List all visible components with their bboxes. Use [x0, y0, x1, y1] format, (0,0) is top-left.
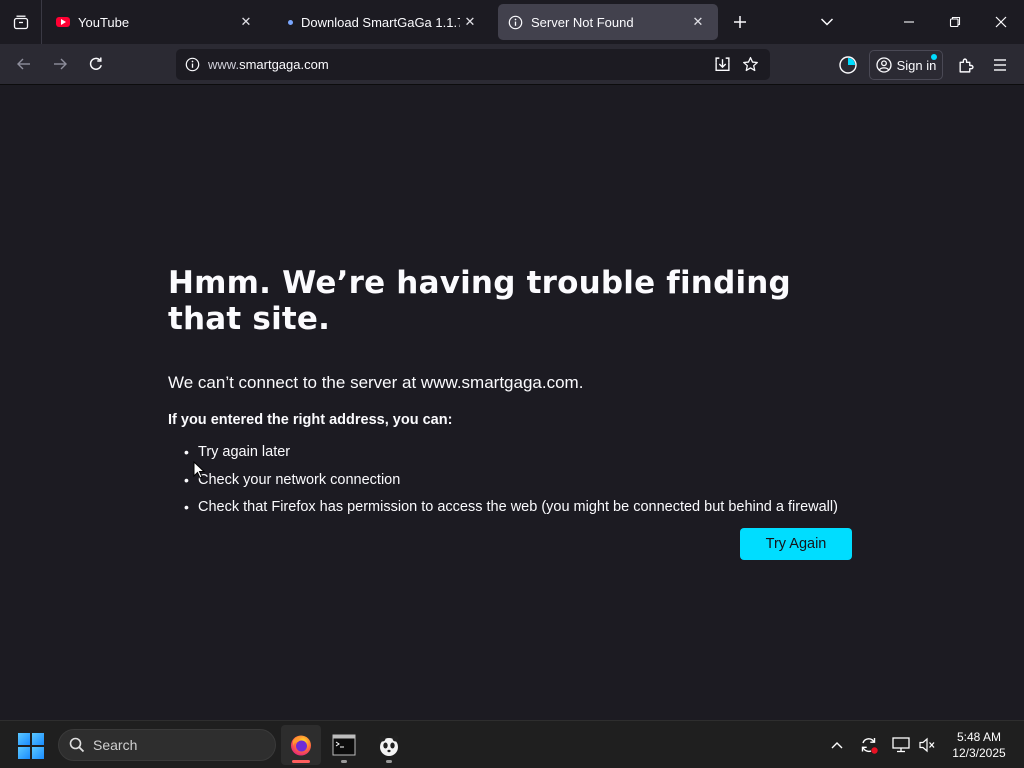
restore-button[interactable]	[932, 0, 978, 44]
tab-youtube[interactable]: YouTube ✕	[46, 4, 266, 40]
tab-title: YouTube	[78, 14, 130, 30]
running-indicator	[341, 760, 347, 763]
sign-in-button[interactable]: Sign in	[869, 50, 943, 80]
windows-start-icon[interactable]	[18, 733, 44, 759]
panda-app-icon	[379, 735, 399, 756]
error-container: Hmm. We’re having trouble finding that s…	[168, 265, 858, 527]
url-text[interactable]: www.smartgaga.com	[208, 57, 708, 72]
tray-sync[interactable]	[858, 733, 880, 757]
save-page-icon[interactable]	[708, 51, 736, 79]
forward-button[interactable]	[45, 50, 75, 78]
tab-manager-button[interactable]	[0, 0, 42, 44]
suggestion-item: Check that Firefox has permission to acc…	[168, 499, 858, 527]
list-all-tabs-button[interactable]	[815, 10, 839, 34]
tray-network[interactable]	[890, 733, 912, 757]
bookmark-star-icon[interactable]	[736, 51, 764, 79]
loading-dot-icon	[288, 19, 293, 25]
navigation-toolbar: www.smartgaga.com Sign in	[0, 44, 1024, 85]
app-menu-button[interactable]	[986, 50, 1014, 80]
close-tab-icon[interactable]: ✕	[460, 12, 480, 32]
windows-taskbar: Search 5:48 AM 12/3/2025	[0, 720, 1024, 768]
address-bar[interactable]: www.smartgaga.com	[176, 49, 770, 80]
arrow-right-icon	[54, 58, 67, 70]
hamburger-menu-icon	[994, 59, 1006, 71]
taskbar-firefox[interactable]	[281, 725, 321, 765]
site-info-icon[interactable]	[176, 57, 208, 72]
suggestion-item: Check your network connection	[168, 472, 858, 500]
taskbar-terminal[interactable]	[324, 725, 364, 765]
arrow-left-icon	[17, 58, 30, 70]
show-hidden-icons-button[interactable]	[826, 733, 848, 757]
error-page: Hmm. We’re having trouble finding that s…	[0, 85, 1024, 720]
system-clock[interactable]: 5:48 AM 12/3/2025	[944, 729, 1014, 761]
taskbar-app[interactable]	[369, 725, 409, 765]
sign-in-label: Sign in	[896, 57, 937, 73]
chevron-down-icon	[820, 18, 834, 26]
active-indicator	[292, 760, 310, 763]
terminal-icon	[332, 734, 356, 756]
minimize-button[interactable]	[886, 0, 932, 44]
minimize-icon	[904, 21, 914, 23]
suggestions-heading: If you entered the right address, you ca…	[168, 412, 453, 428]
extensions-button[interactable]	[951, 50, 979, 80]
plus-icon	[734, 16, 746, 28]
clock-time: 5:48 AM	[956, 730, 1002, 744]
tab-list-icon	[13, 15, 28, 30]
restore-icon	[949, 16, 961, 28]
tab-strip: YouTube ✕ Download SmartGaGa 1.1.747.1 ✕…	[0, 0, 1024, 44]
url-prefix: www.	[208, 57, 240, 72]
search-placeholder: Search	[93, 737, 138, 753]
clock-date: 12/3/2025	[952, 746, 1006, 760]
reload-icon	[89, 57, 102, 70]
close-icon	[995, 16, 1007, 28]
chevron-up-icon	[831, 742, 843, 749]
firefox-view-icon	[839, 56, 857, 74]
volume-muted-icon	[919, 737, 935, 753]
reload-button[interactable]	[81, 50, 111, 78]
new-tab-button[interactable]	[728, 10, 752, 34]
puzzle-icon	[958, 58, 974, 73]
mouse-pointer-icon	[193, 461, 205, 479]
close-window-button[interactable]	[978, 0, 1024, 44]
network-icon	[892, 737, 910, 753]
taskbar-search-box[interactable]: Search	[58, 729, 276, 761]
info-icon	[508, 15, 523, 29]
running-indicator	[386, 760, 392, 763]
tab-download-smartgaga[interactable]: Download SmartGaGa 1.1.747.1 ✕	[274, 4, 490, 40]
sync-alert-icon	[861, 738, 878, 754]
suggestion-item: Try again later	[168, 444, 858, 472]
search-icon	[69, 737, 85, 753]
tray-volume[interactable]	[916, 733, 938, 757]
url-host: smartgaga.com	[239, 57, 329, 72]
close-tab-icon[interactable]: ✕	[236, 12, 256, 32]
close-tab-icon[interactable]: ✕	[688, 12, 708, 32]
suggestions-list: Try again later Check your network conne…	[168, 444, 858, 527]
error-description: We can’t connect to the server at www.sm…	[168, 373, 584, 392]
firefox-icon	[291, 735, 311, 756]
tab-title: Download SmartGaGa 1.1.747.1	[301, 14, 460, 30]
tab-title: Server Not Found	[531, 14, 634, 30]
tab-server-not-found[interactable]: Server Not Found ✕	[498, 4, 718, 40]
youtube-icon	[56, 17, 70, 27]
error-title: Hmm. We’re having trouble finding that s…	[168, 265, 791, 337]
back-button[interactable]	[9, 50, 39, 78]
notification-dot-icon	[931, 54, 937, 60]
firefox-view-button[interactable]	[834, 50, 862, 80]
try-again-button[interactable]: Try Again	[740, 528, 852, 560]
account-icon	[875, 57, 892, 73]
